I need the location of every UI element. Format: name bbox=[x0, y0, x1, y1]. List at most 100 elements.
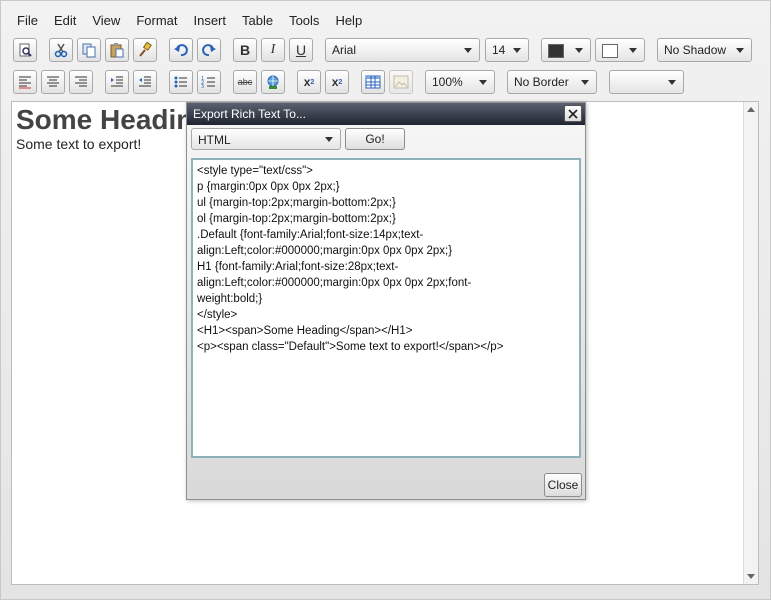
border-select[interactable]: No Border bbox=[507, 70, 597, 94]
shadow-value: No Shadow bbox=[664, 43, 727, 57]
menu-file[interactable]: File bbox=[9, 11, 46, 31]
chevron-down-icon bbox=[325, 137, 333, 142]
menu-insert[interactable]: Insert bbox=[185, 11, 234, 31]
brush-icon bbox=[139, 42, 152, 57]
menu-edit[interactable]: Edit bbox=[46, 11, 84, 31]
output-line: ul {margin-top:2px;margin-bottom:2px;} bbox=[197, 197, 396, 209]
output-line: ol {margin-top:2px;margin-bottom:2px;} bbox=[197, 213, 396, 225]
superscript-label: x bbox=[303, 75, 311, 89]
undo-button[interactable] bbox=[169, 38, 193, 62]
numbered-list-button[interactable]: 123 bbox=[197, 70, 221, 94]
underline-button[interactable]: U bbox=[289, 38, 313, 62]
menu-table[interactable]: Table bbox=[234, 11, 281, 31]
menu-view[interactable]: View bbox=[84, 11, 128, 31]
output-line: <p><span class="Default">Some text to ex… bbox=[197, 341, 504, 353]
align-left-button[interactable] bbox=[13, 70, 37, 94]
document-heading[interactable]: Some Heading bbox=[16, 104, 210, 136]
shadow-select[interactable]: No Shadow bbox=[657, 38, 752, 62]
menu-format[interactable]: Format bbox=[128, 11, 185, 31]
zoom-select[interactable]: 100% bbox=[425, 70, 495, 94]
bullet-list-icon bbox=[174, 76, 187, 88]
background-color-swatch bbox=[602, 43, 618, 58]
print-preview-button[interactable] bbox=[13, 38, 37, 62]
zoom-value: 100% bbox=[432, 75, 463, 89]
dialog-close-x-button[interactable] bbox=[564, 105, 582, 122]
align-right-button[interactable] bbox=[69, 70, 93, 94]
undo-icon bbox=[174, 44, 188, 57]
scissors-icon bbox=[54, 43, 68, 58]
export-format-select[interactable]: HTML bbox=[191, 128, 341, 150]
dialog-title: Export Rich Text To... bbox=[193, 107, 306, 121]
chevron-down-icon bbox=[629, 48, 637, 53]
insert-image-button[interactable] bbox=[389, 70, 413, 94]
output-line: <style type="text/css"> bbox=[197, 165, 313, 177]
output-line: </style> bbox=[197, 309, 238, 321]
chevron-down-icon bbox=[513, 48, 521, 53]
table-icon bbox=[365, 75, 381, 89]
format-painter-button[interactable] bbox=[133, 38, 157, 62]
menu-bar: File Edit View Format Insert Table Tools… bbox=[9, 11, 370, 31]
align-left-icon bbox=[19, 76, 31, 89]
align-center-icon bbox=[47, 76, 59, 87]
subscript-marker: 2 bbox=[338, 78, 343, 86]
superscript-button[interactable]: x2 bbox=[297, 70, 321, 94]
output-line: <H1><span>Some Heading</span></H1> bbox=[197, 325, 413, 337]
export-output-textarea[interactable]: <style type="text/css"> p {margin:0px 0px… bbox=[191, 158, 581, 458]
spell-check-button[interactable]: abc bbox=[233, 70, 257, 94]
dialog-titlebar[interactable]: Export Rich Text To... bbox=[187, 103, 585, 125]
insert-table-button[interactable] bbox=[361, 70, 385, 94]
image-icon bbox=[393, 75, 409, 89]
vertical-scrollbar[interactable] bbox=[743, 102, 758, 584]
close-button[interactable]: Close bbox=[544, 473, 582, 497]
italic-button[interactable]: I bbox=[261, 38, 285, 62]
redo-icon bbox=[202, 44, 216, 57]
style-select[interactable] bbox=[609, 70, 684, 94]
svg-text:3: 3 bbox=[201, 84, 204, 89]
export-format-value: HTML bbox=[198, 133, 231, 147]
output-line: align:Left;color:#000000;margin:0px 0px … bbox=[197, 277, 472, 289]
insert-link-button[interactable] bbox=[261, 70, 285, 94]
chevron-down-icon bbox=[736, 48, 744, 53]
outdent-icon bbox=[139, 76, 151, 87]
spell-check-label: abc bbox=[237, 77, 253, 87]
text-color-picker[interactable] bbox=[541, 38, 591, 62]
align-center-button[interactable] bbox=[41, 70, 65, 94]
chevron-down-icon bbox=[479, 80, 487, 85]
magnifier-page-icon bbox=[19, 43, 32, 57]
font-family-value: Arial bbox=[332, 43, 357, 57]
outdent-button[interactable] bbox=[133, 70, 157, 94]
subscript-label: x bbox=[331, 75, 339, 89]
output-line: align:Left;color:#000000;margin:0px 0px … bbox=[197, 245, 453, 257]
redo-button[interactable] bbox=[197, 38, 221, 62]
copy-button[interactable] bbox=[77, 38, 101, 62]
background-color-picker[interactable] bbox=[595, 38, 645, 62]
document-paragraph[interactable]: Some text to export! bbox=[16, 136, 141, 152]
close-icon bbox=[568, 108, 578, 119]
export-dialog: Export Rich Text To... HTML Go! <style t… bbox=[186, 102, 586, 500]
chevron-down-icon bbox=[581, 80, 589, 85]
font-family-select[interactable]: Arial bbox=[325, 38, 480, 62]
menu-help[interactable]: Help bbox=[327, 11, 370, 31]
toolbar-paragraph: 123 abc x2 x2 100% No Border bbox=[13, 70, 758, 96]
clipboard-icon bbox=[110, 43, 124, 58]
numbered-list-icon: 123 bbox=[201, 76, 215, 89]
scroll-down-icon[interactable] bbox=[747, 574, 755, 579]
indent-button[interactable] bbox=[105, 70, 129, 94]
scroll-up-icon[interactable] bbox=[747, 107, 755, 112]
paste-button[interactable] bbox=[105, 38, 129, 62]
cut-button[interactable] bbox=[49, 38, 73, 62]
font-size-select[interactable]: 14 bbox=[485, 38, 529, 62]
go-button[interactable]: Go! bbox=[345, 128, 405, 150]
bullet-list-button[interactable] bbox=[169, 70, 193, 94]
bold-button[interactable]: B bbox=[233, 38, 257, 62]
chevron-down-icon bbox=[464, 48, 472, 53]
indent-icon bbox=[111, 76, 123, 87]
output-line: H1 {font-family:Arial;font-size:28px;tex… bbox=[197, 261, 399, 273]
rich-text-editor-app: File Edit View Format Insert Table Tools… bbox=[0, 0, 771, 600]
menu-tools[interactable]: Tools bbox=[281, 11, 327, 31]
chevron-down-icon bbox=[668, 80, 676, 85]
font-size-value: 14 bbox=[492, 43, 506, 57]
subscript-button[interactable]: x2 bbox=[325, 70, 349, 94]
output-line: p {margin:0px 0px 0px 2px;} bbox=[197, 181, 340, 193]
border-value: No Border bbox=[514, 75, 569, 89]
